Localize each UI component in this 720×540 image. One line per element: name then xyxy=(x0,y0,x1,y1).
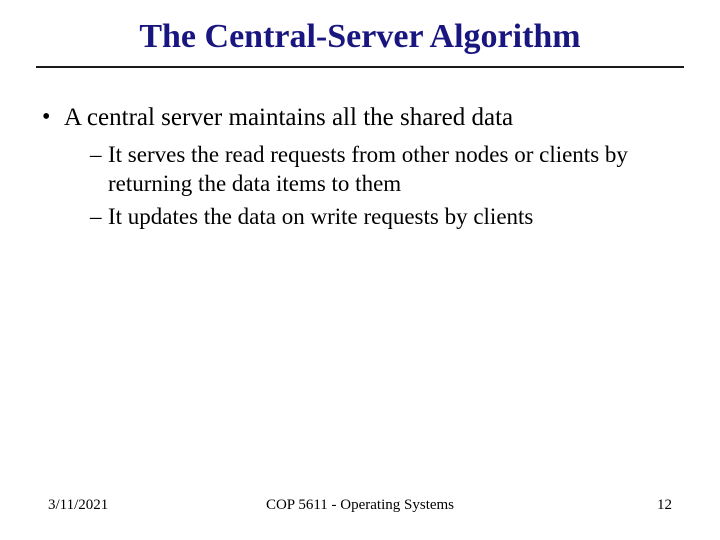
footer-page-number: 12 xyxy=(657,497,672,514)
sub-bullet-item: It serves the read requests from other n… xyxy=(90,141,684,199)
title-divider xyxy=(36,66,684,68)
sub-bullet-text: It updates the data on write requests by… xyxy=(108,204,533,229)
sub-bullet-text: It serves the read requests from other n… xyxy=(108,142,628,196)
slide-footer: 3/11/2021 COP 5611 - Operating Systems 1… xyxy=(0,497,720,514)
slide-content: A central server maintains all the share… xyxy=(36,102,684,232)
bullet-text: A central server maintains all the share… xyxy=(64,104,513,131)
footer-date: 3/11/2021 xyxy=(48,497,108,514)
sub-bullet-list: It serves the read requests from other n… xyxy=(64,141,684,231)
slide: The Central-Server Algorithm A central s… xyxy=(0,0,720,540)
sub-bullet-item: It updates the data on write requests by… xyxy=(90,203,684,232)
bullet-list: A central server maintains all the share… xyxy=(36,102,684,232)
slide-title: The Central-Server Algorithm xyxy=(36,18,684,56)
bullet-item: A central server maintains all the share… xyxy=(36,102,684,232)
